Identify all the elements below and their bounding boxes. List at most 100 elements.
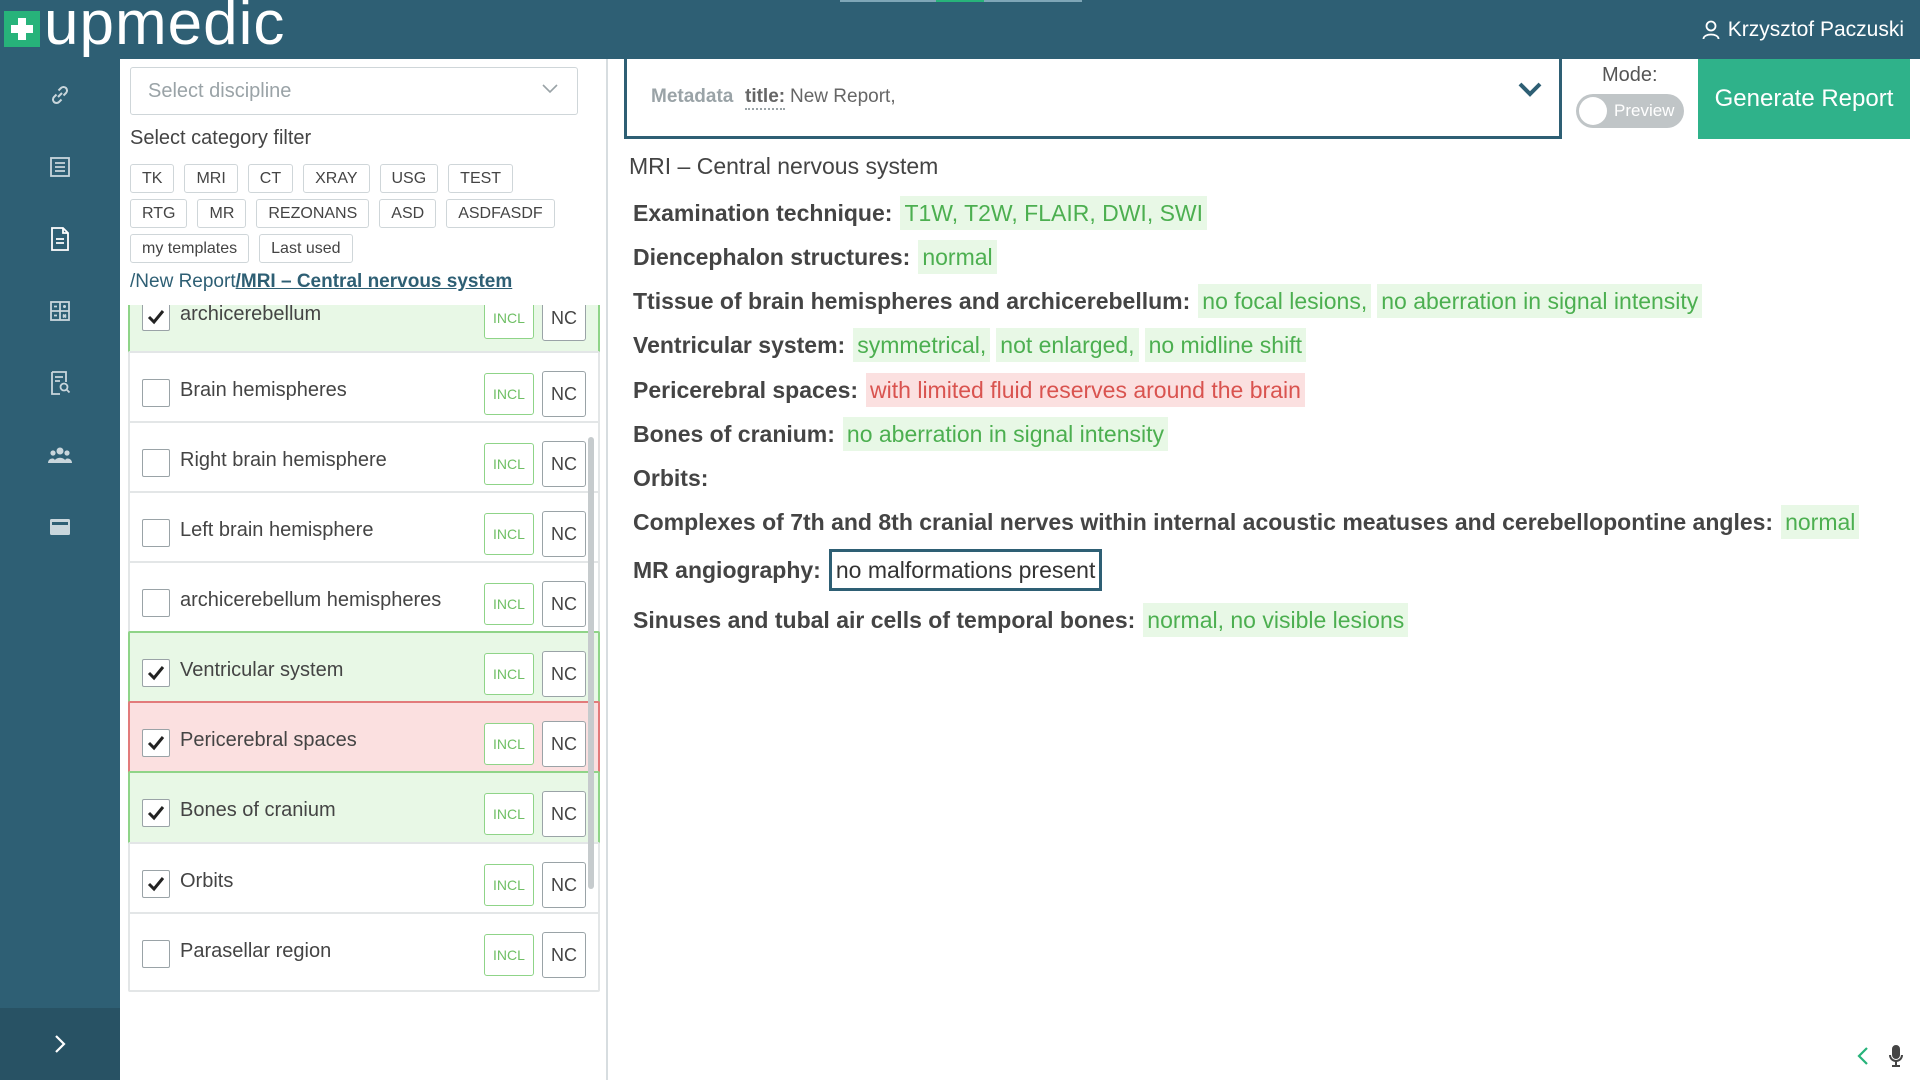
report-search-icon[interactable] <box>44 367 76 399</box>
section-checkbox[interactable] <box>142 379 170 407</box>
section-checkbox[interactable] <box>142 305 170 331</box>
logo[interactable]: upmedic <box>4 0 285 59</box>
incl-button[interactable]: INCL <box>484 583 534 625</box>
incl-button[interactable]: INCL <box>484 443 534 485</box>
report-row-label: Pericerebral spaces: <box>633 376 859 403</box>
section-label: Pericerebral spaces <box>180 729 357 751</box>
logo-text: upmedic <box>44 0 286 58</box>
section-item[interactable]: Left brain hemisphere INCL NC <box>128 491 600 571</box>
section-checkbox[interactable] <box>142 659 170 687</box>
category-chip[interactable]: MR <box>197 199 247 228</box>
section-item[interactable]: Brain hemispheres INCL NC <box>128 351 600 431</box>
section-checkbox[interactable] <box>142 870 170 898</box>
discipline-placeholder: Select discipline <box>148 79 292 102</box>
report-value-tag[interactable]: normal <box>918 240 997 274</box>
nc-button[interactable]: NC <box>542 721 586 767</box>
section-item[interactable]: Parasellar region INCL NC <box>128 912 600 992</box>
bottom-toolbar <box>1856 1044 1904 1068</box>
expand-sidebar-button[interactable] <box>0 1008 120 1080</box>
category-chip[interactable]: CT <box>247 164 294 193</box>
incl-button[interactable]: INCL <box>484 513 534 555</box>
incl-button[interactable]: INCL <box>484 723 534 765</box>
report-value-tag[interactable]: no focal lesions, <box>1198 284 1372 318</box>
section-label: archicerebellum <box>180 305 322 325</box>
report-row: Ventricular system: symmetrical, not enlar… <box>633 328 1312 362</box>
report-row-label: Ttissue of brain hemispheres and archice… <box>633 287 1191 314</box>
report-value-tag[interactable]: normal, no visible lesions <box>1143 603 1409 637</box>
nc-button[interactable]: NC <box>542 932 586 978</box>
report-value-tag[interactable]: not enlarged, <box>996 328 1139 362</box>
users-icon[interactable] <box>44 439 76 471</box>
report-value-tag[interactable]: no aberration in signal intensity <box>842 417 1169 451</box>
list-scrollbar[interactable] <box>588 437 594 889</box>
incl-button[interactable]: INCL <box>484 305 534 339</box>
chip-row: my templates Last used <box>130 234 600 263</box>
nc-button[interactable]: NC <box>542 651 586 697</box>
section-checkbox[interactable] <box>142 519 170 547</box>
discipline-select[interactable]: Select discipline <box>130 67 578 115</box>
section-item[interactable]: Ventricular system INCL NC <box>128 631 600 711</box>
preview-toggle[interactable]: Preview <box>1576 94 1684 128</box>
calculator-icon[interactable] <box>44 295 76 327</box>
nc-button[interactable]: NC <box>542 791 586 837</box>
section-checkbox[interactable] <box>142 589 170 617</box>
section-label: Ventricular system <box>180 659 344 681</box>
microphone-icon[interactable] <box>1888 1044 1904 1068</box>
report-row: Pericerebral spaces: with limited fluid r… <box>633 373 1311 407</box>
section-item[interactable]: Pericerebral spaces INCL NC <box>128 701 600 781</box>
report-value-tag[interactable]: normal <box>1781 505 1860 539</box>
checkmark-icon <box>147 806 165 821</box>
user-menu[interactable]: Krzysztof Paczuski <box>1702 0 1904 59</box>
incl-button[interactable]: INCL <box>484 864 534 906</box>
generate-report-button[interactable]: Generate Report <box>1698 59 1910 139</box>
breadcrumb-current[interactable]: /MRI – Central nervous system <box>236 271 513 292</box>
category-chip[interactable]: my templates <box>130 234 250 263</box>
section-item[interactable]: Orbits INCL NC <box>128 842 600 922</box>
chevron-left-icon[interactable] <box>1856 1045 1870 1067</box>
category-chip[interactable]: REZONANS <box>256 199 370 228</box>
category-chip[interactable]: TEST <box>448 164 514 193</box>
section-item[interactable]: archicerebellum INCL NC <box>128 305 600 355</box>
chevron-down-icon[interactable] <box>1517 81 1543 99</box>
category-chip[interactable]: MRI <box>184 164 238 193</box>
report-row-label: Diencephalon structures: <box>633 243 911 270</box>
report-value-input[interactable]: no malformations present <box>828 549 1103 591</box>
document-icon[interactable] <box>44 223 76 255</box>
report-value-tag[interactable]: symmetrical, <box>853 328 991 362</box>
nc-button[interactable]: NC <box>542 511 586 557</box>
metadata-bar[interactable]: Metadata title: New Report, <box>624 59 1562 139</box>
nc-button[interactable]: NC <box>542 441 586 487</box>
report-value-tag[interactable]: no aberration in signal intensity <box>1377 284 1703 318</box>
category-chip[interactable]: Last used <box>259 234 353 263</box>
category-chip[interactable]: ASDFASDF <box>446 199 555 228</box>
section-checkbox[interactable] <box>142 449 170 477</box>
nc-button[interactable]: NC <box>542 862 586 908</box>
incl-button[interactable]: INCL <box>484 934 534 976</box>
nc-button[interactable]: NC <box>542 305 586 341</box>
report-row-label: Sinuses and tubal air cells of temporal … <box>633 606 1136 633</box>
section-item[interactable]: archicerebellum hemispheres INCL NC <box>128 561 600 641</box>
list-icon[interactable] <box>44 151 76 183</box>
category-chip[interactable]: XRAY <box>303 164 370 193</box>
section-checkbox[interactable] <box>142 799 170 827</box>
breadcrumb-root[interactable]: /New Report <box>130 271 236 292</box>
report-value-tag[interactable]: T1W, T2W, FLAIR, DWI, SWI <box>900 196 1208 230</box>
report-value-tag[interactable]: no midline shift <box>1144 328 1306 362</box>
section-item[interactable]: Bones of cranium INCL NC <box>128 771 600 851</box>
section-checkbox[interactable] <box>142 940 170 968</box>
nc-button[interactable]: NC <box>542 581 586 627</box>
section-item[interactable]: Right brain hemisphere INCL NC <box>128 421 600 501</box>
incl-button[interactable]: INCL <box>484 653 534 695</box>
card-icon[interactable] <box>44 511 76 543</box>
category-chip[interactable]: ASD <box>379 199 437 228</box>
category-chip[interactable]: USG <box>379 164 439 193</box>
category-chip[interactable]: RTG <box>130 199 188 228</box>
nc-button[interactable]: NC <box>542 371 586 417</box>
incl-button[interactable]: INCL <box>484 373 534 415</box>
incl-button[interactable]: INCL <box>484 793 534 835</box>
link-icon[interactable] <box>44 79 76 111</box>
report-value-tag[interactable]: with limited fluid reserves around the b… <box>866 373 1305 407</box>
section-checkbox[interactable] <box>142 729 170 757</box>
category-chip[interactable]: TK <box>130 164 175 193</box>
metadata-key: title: <box>745 86 786 110</box>
